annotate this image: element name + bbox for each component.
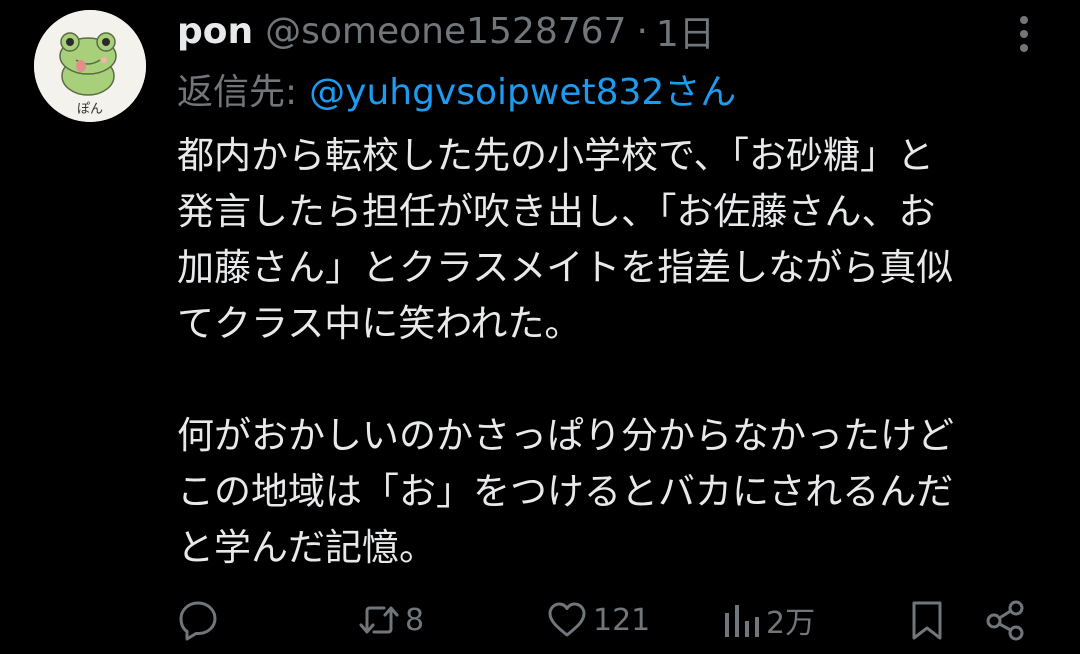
author-name[interactable]: pon: [177, 11, 253, 52]
tweet-text-paragraph-1: 都内から転校した先の小学校で、「お砂糖」と 発言したら担任が吹き出し、「お佐藤さ…: [177, 134, 954, 345]
bookmark-icon: [912, 601, 942, 640]
heart-icon: [548, 602, 586, 637]
like-button[interactable]: 121: [545, 590, 650, 650]
avatar[interactable]: ぽん: [34, 10, 146, 122]
retweet-icon: [359, 606, 399, 634]
views-count: 2万: [766, 606, 816, 641]
share-button[interactable]: [983, 590, 1027, 650]
views-button[interactable]: 2万: [722, 590, 815, 650]
header-separator: ·: [636, 10, 648, 52]
bookmark-button[interactable]: [907, 590, 947, 650]
reply-button[interactable]: [176, 590, 226, 650]
tweet-body: 都内から転校した先の小学校で、「お砂糖」と 発言したら担任が吹き出し、「お佐藤さ…: [177, 128, 1037, 576]
tweet-timestamp[interactable]: 1日: [656, 5, 715, 57]
like-count: 121: [593, 602, 651, 638]
reply-target-link[interactable]: @yuhgvsoipwet832さん: [309, 63, 736, 115]
more-vertical-icon: [1020, 16, 1028, 52]
tweet[interactable]: ぽん pon @someone1528767 · 1日 返信先: @yuhgvs…: [0, 0, 1080, 654]
retweet-count: 8: [405, 602, 425, 638]
more-options-button[interactable]: [1006, 12, 1042, 56]
retweet-button[interactable]: 8: [357, 590, 424, 650]
tweet-text-paragraph-2: 何がおかしいのかさっぱり分からなかったけど この地域は「お」をつけるとバカにされ…: [177, 414, 954, 569]
reply-icon: [179, 601, 217, 641]
reply-prefix: 返信先:: [177, 72, 298, 113]
views-icon: [725, 605, 759, 637]
tweet-header: pon @someone1528767 · 1日: [177, 5, 715, 57]
author-handle[interactable]: @someone1528767: [265, 11, 626, 52]
share-icon: [986, 600, 1024, 641]
reply-context: 返信先: @yuhgvsoipwet832さん: [177, 64, 736, 114]
avatar-label: ぽん: [77, 102, 103, 117]
action-bar: 8 121 2万: [0, 590, 1080, 650]
